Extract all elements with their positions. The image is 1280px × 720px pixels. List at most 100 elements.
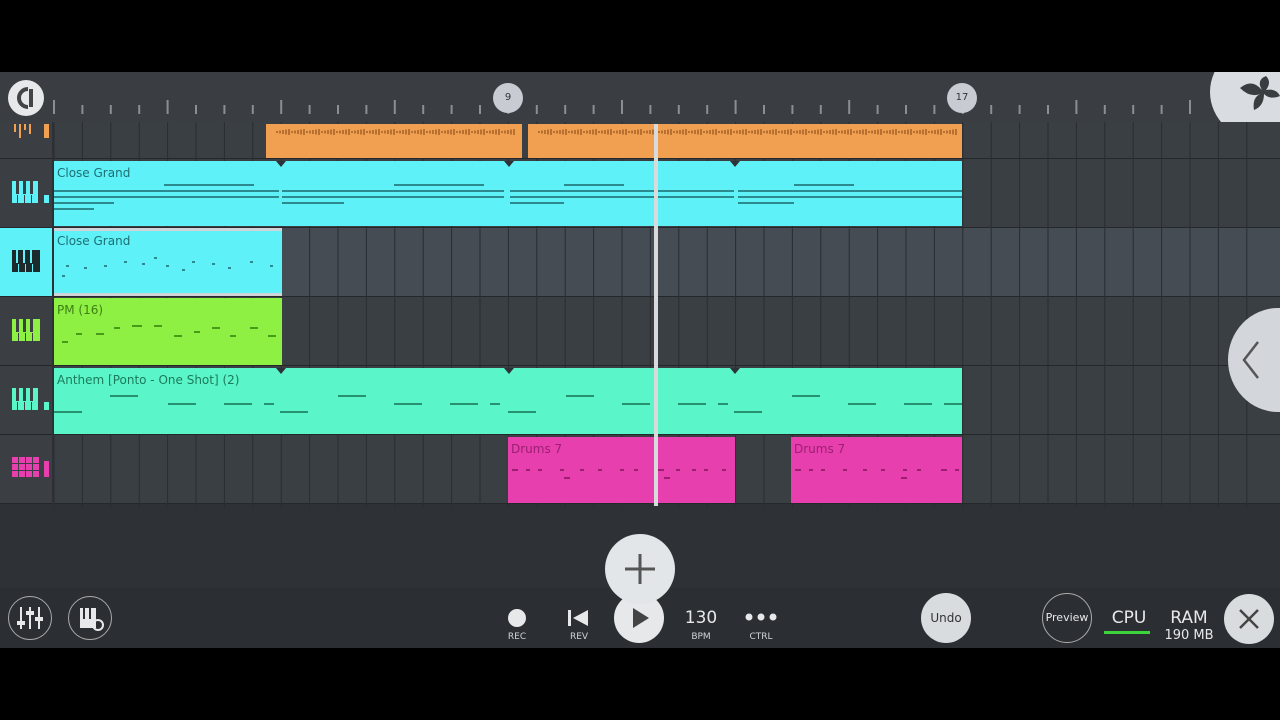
waveform-bar: [556, 130, 558, 134]
rev-label: REV: [569, 632, 589, 642]
waveform-bar: [877, 129, 879, 135]
clip-name: PM (16): [57, 303, 104, 317]
waveform-bar: [847, 129, 849, 135]
waveform-bar: [616, 130, 618, 134]
audio-clip[interactable]: [528, 124, 962, 158]
waveform-bar: [468, 129, 470, 135]
preview-button[interactable]: Preview: [1042, 593, 1092, 643]
pattern-clip[interactable]: Anthem [Ponto - One Shot] (2): [54, 368, 962, 434]
pattern-clip[interactable]: Drums 7: [508, 437, 735, 503]
waveform-bar: [916, 130, 918, 134]
waveform-bar: [703, 131, 705, 133]
waveform-bar: [447, 130, 449, 134]
waveform-bar: [507, 130, 509, 134]
rewind-icon[interactable]: [566, 608, 592, 628]
waveform-bar: [676, 130, 678, 134]
waveform-bar: [432, 130, 434, 134]
waveform-bar: [429, 130, 431, 134]
waveform-bar: [682, 129, 684, 135]
waveform-bar: [613, 131, 615, 133]
piano-settings-icon: [80, 608, 104, 631]
waveform-bar: [438, 129, 440, 135]
waveform-bar: [562, 129, 564, 135]
waveform-bar: [832, 129, 834, 135]
close-button[interactable]: [1224, 594, 1274, 644]
waveform-bar: [444, 130, 446, 134]
waveform-bar: [423, 129, 425, 135]
waveform-bar: [811, 130, 813, 134]
waveform-bar: [483, 129, 485, 135]
ram-value: 190 MB: [1164, 628, 1214, 643]
waveform-bar: [336, 131, 338, 133]
waveform-bar: [661, 130, 663, 134]
bpm-value[interactable]: 130: [680, 608, 722, 628]
waveform-bar: [772, 129, 774, 135]
waveform-bar: [838, 131, 840, 133]
waveform-bar: [736, 130, 738, 134]
waveform-bar: [667, 129, 669, 135]
waveform-bar: [778, 131, 780, 133]
waveform-bar: [793, 131, 795, 133]
mixer-button[interactable]: [8, 596, 52, 640]
pattern-clip[interactable]: Drums 7: [791, 437, 962, 503]
ruler-marker-9[interactable]: 9: [493, 83, 523, 113]
waveform-bar: [670, 129, 672, 135]
waveform-bar: [411, 131, 413, 133]
waveform-bar: [408, 129, 410, 135]
record-icon[interactable]: [508, 609, 526, 627]
pattern-clip[interactable]: PM (16): [54, 298, 282, 365]
waveform-bar: [625, 129, 627, 135]
waveform-bar: [318, 129, 320, 135]
waveform-bar: [694, 130, 696, 134]
waveform-bar: [489, 130, 491, 134]
waveform-bar: [928, 131, 930, 133]
waveform-bar: [925, 129, 927, 135]
timeline-ruler[interactable]: 9 17: [0, 72, 1280, 142]
add-button[interactable]: [605, 534, 675, 604]
waveform-bar: [276, 131, 278, 133]
waveform-bar: [300, 129, 302, 135]
waveform-bar: [646, 130, 648, 134]
playhead[interactable]: [654, 124, 658, 506]
waveform-bar: [285, 129, 287, 135]
waveform-bar: [330, 129, 332, 135]
snap-button[interactable]: [8, 80, 44, 116]
waveform-bar: [538, 131, 540, 133]
waveform-bar: [730, 129, 732, 135]
more-icon[interactable]: [744, 612, 778, 622]
waveform-bar: [480, 129, 482, 135]
pattern-clip-selected[interactable]: Close Grand: [54, 228, 282, 296]
cpu-label: CPU: [1111, 608, 1147, 628]
piano-settings-button[interactable]: [68, 596, 112, 640]
waveform-bar: [583, 131, 585, 133]
waveform-bar: [297, 130, 299, 134]
waveform-bar: [937, 129, 939, 135]
waveform-bar: [808, 131, 810, 133]
clip-name: Drums 7: [511, 442, 563, 456]
clip-name: Close Grand: [57, 166, 131, 180]
waveform-bar: [907, 129, 909, 135]
waveform-bar: [658, 131, 660, 133]
waveform-bar: [592, 129, 594, 135]
audio-clip[interactable]: [266, 124, 522, 158]
waveform-bar: [453, 129, 455, 135]
waveform-bar: [351, 131, 353, 133]
waveform-bar: [601, 130, 603, 134]
waveform-bar: [384, 130, 386, 134]
collapse-button[interactable]: [1228, 308, 1280, 412]
waveform-bar: [775, 129, 777, 135]
waveform-bar: [369, 130, 371, 134]
waveform-bar: [643, 131, 645, 133]
waveform-bar: [435, 129, 437, 135]
undo-button[interactable]: Undo: [921, 593, 971, 643]
waveform-bar: [342, 130, 344, 134]
pattern-clip[interactable]: Close Grand: [54, 161, 962, 226]
waveform-bar: [700, 129, 702, 135]
waveform-bar: [787, 129, 789, 135]
waveform-bar: [940, 129, 942, 135]
waveform-bar: [450, 129, 452, 135]
waveform-bar: [541, 130, 543, 134]
waveform-bar: [604, 130, 606, 134]
ruler-marker-17[interactable]: 17: [947, 83, 977, 113]
waveform-bar: [931, 130, 933, 134]
